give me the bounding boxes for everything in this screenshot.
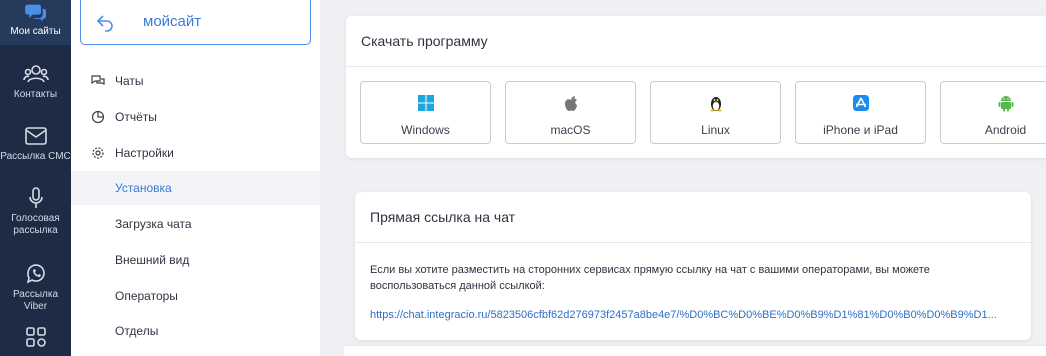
download-macos-button[interactable]: macOS	[505, 81, 636, 144]
rail-label: Рассылка СМС	[0, 151, 71, 162]
direct-chat-link[interactable]: https://chat.integracio.ru/5823506cfbf62…	[370, 309, 1020, 321]
microphone-icon	[28, 187, 43, 208]
rail-item-my-sites[interactable]: Мои сайты	[0, 0, 71, 45]
chats-icon	[91, 75, 105, 85]
android-icon	[998, 96, 1014, 112]
platform-label: Windows	[401, 123, 450, 137]
sidebar-item-chat-loading[interactable]: Загрузка чата	[71, 207, 320, 241]
viber-icon	[26, 264, 45, 284]
rail-label: Голосовая рассылка	[11, 213, 60, 236]
sidebar-item-chats[interactable]: Чаты	[71, 64, 320, 98]
sidebar-item-label: Отделы	[115, 324, 159, 338]
contacts-icon	[22, 65, 49, 83]
chat-bubbles-icon	[24, 4, 46, 22]
sidebar-item-install[interactable]: Установка	[71, 171, 320, 205]
sidebar-item-label: Чаты	[115, 74, 144, 88]
download-title: Скачать программу	[361, 33, 488, 49]
platform-label: Linux	[701, 123, 730, 137]
rail-item-voice[interactable]: Голосовая рассылка	[0, 186, 71, 237]
sidebar-item-label: Установка	[115, 181, 172, 195]
social-icon	[25, 327, 46, 347]
app-store-icon	[853, 95, 869, 111]
direct-link-card: Прямая ссылка на чат Если вы хотите разм…	[355, 192, 1031, 340]
download-card: Скачать программу Windows macOS Linux iP…	[346, 16, 1046, 158]
envelope-icon	[24, 127, 47, 145]
sidebar-item-label: Операторы	[115, 289, 178, 303]
windows-icon	[418, 95, 434, 111]
platform-label: macOS	[550, 123, 591, 137]
rail-label: Рассылка Viber	[12, 289, 59, 312]
rail-item-contacts[interactable]: Контакты	[0, 62, 71, 101]
download-android-button[interactable]: Android	[940, 81, 1046, 144]
apple-icon	[565, 96, 577, 111]
divider	[346, 66, 1046, 67]
gear-icon	[92, 147, 104, 159]
sidebar-item-appearance[interactable]: Внешний вид	[71, 243, 320, 277]
rail-item-viber[interactable]: Рассылка Viber	[0, 262, 71, 313]
site-name: мойсайт	[143, 13, 202, 30]
sidebar-item-reports[interactable]: Отчёты	[71, 100, 320, 134]
divider	[355, 242, 1031, 243]
sidebar-item-operators[interactable]: Операторы	[71, 279, 320, 313]
direct-link-title: Прямая ссылка на чат	[370, 209, 516, 225]
download-windows-button[interactable]: Windows	[360, 81, 491, 144]
sidebar-item-label: Загрузка чата	[115, 217, 192, 231]
download-ios-button[interactable]: iPhone и iPad	[795, 81, 926, 144]
back-arrow-icon	[96, 15, 113, 32]
site-sidebar: мойсайт Чаты Отчёты Настройки Установка …	[71, 0, 320, 356]
rail-item-sms[interactable]: Рассылка СМС	[0, 124, 71, 163]
site-selector-button[interactable]: мойсайт	[80, 0, 311, 45]
app-rail: Мои сайты Контакты Рассылка СМС Голосова…	[0, 0, 71, 356]
rail-item-social[interactable]	[0, 324, 71, 351]
sidebar-item-label: Настройки	[115, 146, 174, 160]
rail-label: Мои сайты	[10, 26, 61, 37]
sidebar-item-settings[interactable]: Настройки	[71, 136, 320, 170]
download-linux-button[interactable]: Linux	[650, 81, 781, 144]
sidebar-item-label: Отчёты	[115, 110, 157, 124]
reports-icon	[91, 110, 105, 124]
platform-label: iPhone и iPad	[823, 123, 898, 137]
next-card-edge	[344, 345, 1046, 356]
platform-label: Android	[984, 123, 1027, 137]
linux-icon	[710, 97, 722, 112]
sidebar-item-departments[interactable]: Отделы	[71, 314, 320, 348]
sidebar-item-label: Внешний вид	[115, 253, 190, 267]
direct-link-description: Если вы хотите разместить на сторонних с…	[370, 264, 930, 292]
rail-label: Контакты	[13, 89, 58, 100]
